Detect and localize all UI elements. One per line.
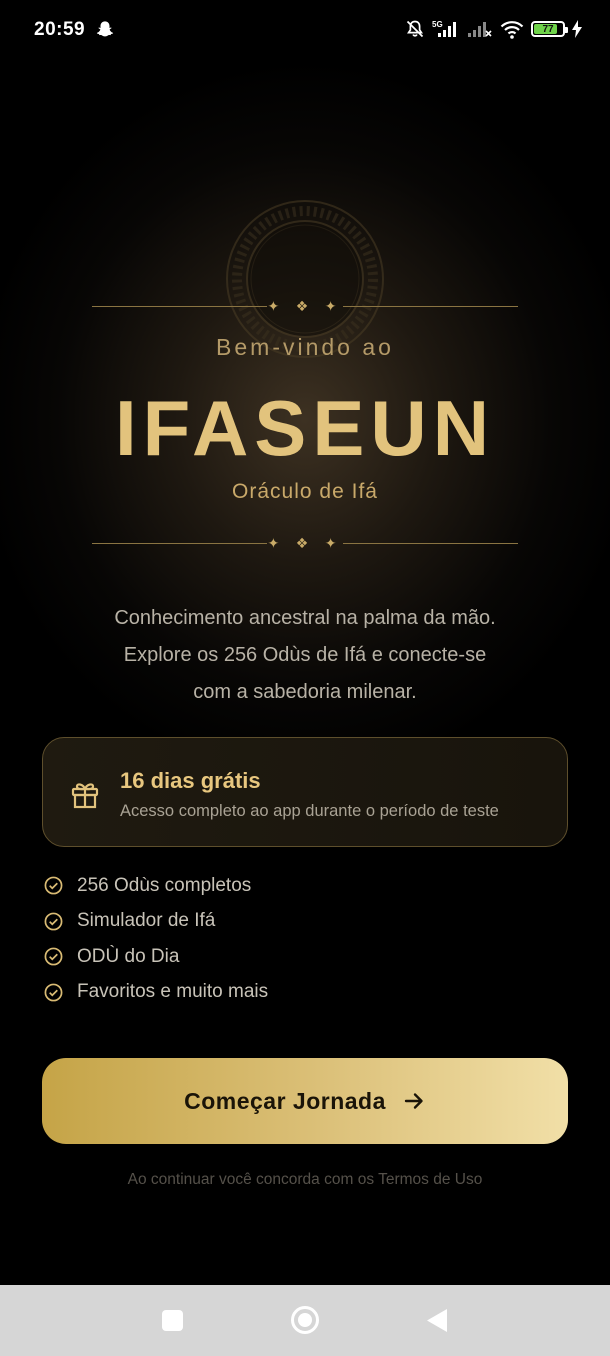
app-description: Conhecimento ancestral na palma da mão. …	[60, 600, 550, 711]
feature-label: ODÙ do Dia	[77, 945, 180, 967]
battery-indicator: 77	[531, 21, 568, 37]
charging-icon	[572, 20, 582, 38]
start-journey-label: Começar Jornada	[184, 1087, 386, 1114]
feature-item: 256 Odùs completos	[44, 868, 268, 904]
ornament-divider-bottom: ✦ ❖ ✦	[92, 534, 518, 554]
welcome-text: Bem-vindo ao	[216, 334, 394, 360]
wifi-icon	[500, 21, 524, 39]
trial-subtitle: Acesso completo ao app durante o período…	[120, 802, 499, 820]
feature-item: Favoritos e muito mais	[44, 975, 268, 1011]
welcome-screen: 20:59 5G 77 ✦ ❖ ✦ Bem-vindo ao IFASEUN O…	[0, 0, 610, 1285]
feature-item: Simulador de Ifá	[44, 904, 268, 940]
app-title: IFASEUN	[114, 384, 496, 472]
ornament-divider-top: ✦ ❖ ✦	[92, 297, 518, 317]
feature-item: ODÙ do Dia	[44, 939, 268, 975]
check-circle-icon	[44, 912, 63, 931]
feature-label: Simulador de Ifá	[77, 910, 216, 932]
description-line: Explore os 256 Odùs de Ifá e conecte-se	[123, 644, 487, 666]
svg-text:5G: 5G	[432, 20, 443, 29]
check-circle-icon	[44, 983, 63, 1002]
arrow-right-icon	[404, 1093, 423, 1109]
feature-list: 256 Odùs completos Simulador de Ifá ODÙ …	[44, 868, 268, 1010]
free-trial-card: 16 dias grátis Acesso completo ao app du…	[42, 737, 568, 847]
check-circle-icon	[44, 947, 63, 966]
feature-label: 256 Odùs completos	[77, 874, 252, 896]
snapchat-icon	[96, 21, 114, 37]
back-button[interactable]	[426, 1308, 448, 1333]
feature-label: Favoritos e muito mais	[77, 981, 269, 1003]
check-circle-icon	[44, 876, 63, 895]
app-tagline: Oráculo de Ifá	[232, 480, 378, 503]
bell-off-icon	[406, 20, 424, 38]
terms-notice[interactable]: Ao continuar você concorda com os Termos…	[0, 1171, 610, 1189]
signal-5g-icon: 5G	[432, 20, 456, 37]
signal-no-service-icon	[468, 22, 492, 37]
trial-title: 16 dias grátis	[120, 768, 261, 793]
recents-button[interactable]	[162, 1310, 183, 1331]
status-time: 20:59	[34, 19, 86, 40]
status-bar: 20:59 5G 77	[0, 0, 610, 60]
home-button[interactable]	[290, 1305, 320, 1335]
start-journey-button[interactable]: Começar Jornada	[42, 1058, 568, 1144]
battery-level: 77	[542, 23, 554, 35]
description-line: com a sabedoria milenar.	[193, 681, 417, 703]
gift-icon	[71, 783, 99, 809]
status-icons: 5G 77	[405, 17, 582, 41]
description-line: Conhecimento ancestral na palma da mão.	[114, 607, 496, 629]
